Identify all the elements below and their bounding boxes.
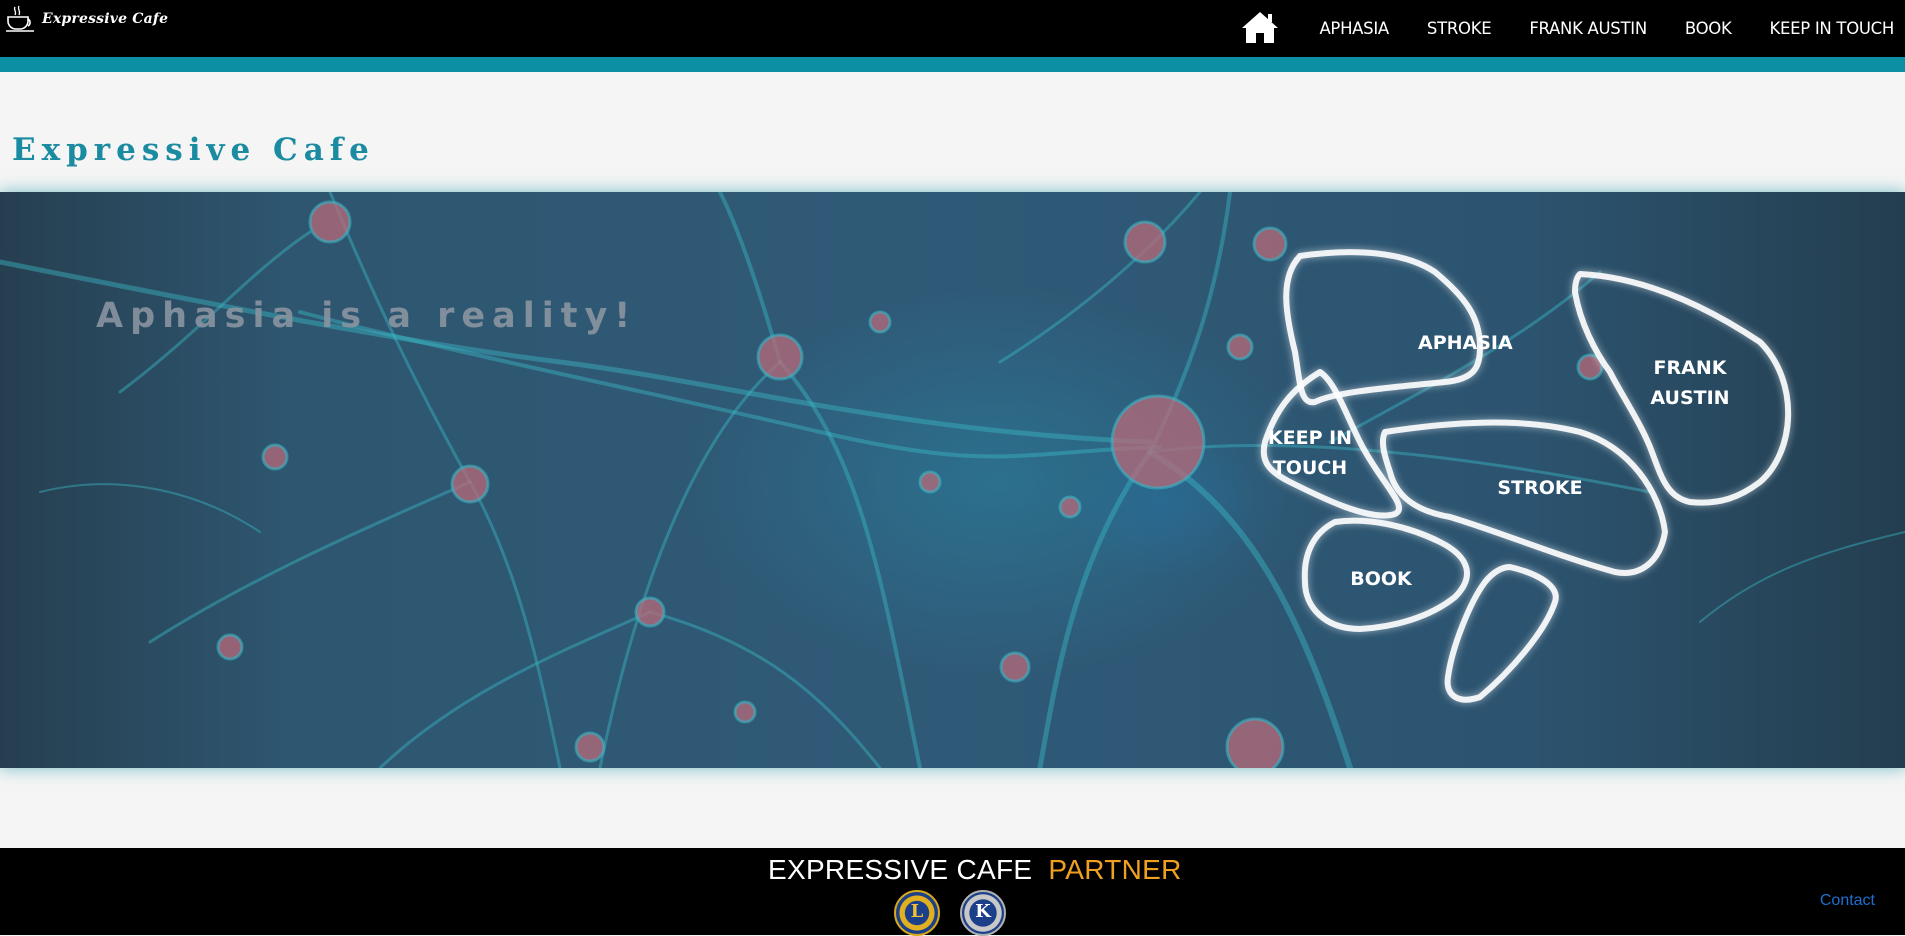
main-nav: APHASIA STROKE FRANK AUSTIN BOOK KEEP IN… (1240, 0, 1905, 57)
nav-book[interactable]: BOOK (1685, 19, 1732, 38)
nav-keep-in-touch[interactable]: KEEP IN TOUCH (1770, 19, 1895, 38)
hero-banner: Aphasia is a reality! APHASIA FRANK AUST… (0, 192, 1905, 768)
site-footer: EXPRESSIVE CAFE PARTNER L K Contact (0, 848, 1905, 936)
brain-link-frank-austin-line2: AUSTIN (1650, 387, 1730, 409)
site-logo[interactable]: Expressive Cafe (4, 4, 168, 34)
brain-link-keep-in-touch-line2: TOUCH (1272, 457, 1348, 479)
lions-club-logo[interactable]: L (894, 890, 940, 936)
brain-link-aphasia-label: APHASIA (1418, 332, 1513, 354)
kiwanis-letter: K (975, 901, 991, 922)
coffee-cup-icon (6, 5, 34, 32)
brain-link-frank-austin[interactable]: FRANK AUSTIN (1640, 353, 1740, 413)
home-icon (1242, 12, 1279, 43)
footer-title-main: EXPRESSIVE CAFE (768, 854, 1033, 885)
lions-club-letter: L (910, 901, 924, 922)
nav-aphasia[interactable]: APHASIA (1319, 19, 1389, 38)
footer-title: EXPRESSIVE CAFE PARTNER (768, 854, 1182, 886)
kiwanis-logo[interactable]: K (960, 890, 1006, 936)
top-navbar: Expressive Cafe APHASIA STROKE FRANK AUS… (0, 0, 1905, 57)
contact-link[interactable]: Contact (1820, 892, 1875, 910)
page-title: Expressive Cafe (12, 132, 375, 168)
brain-link-keep-in-touch-line1: KEEP IN (1267, 427, 1353, 449)
accent-bar (0, 57, 1905, 72)
brain-link-stroke-label: STROKE (1497, 477, 1583, 499)
brain-link-frank-austin-line1: FRANK (1653, 357, 1727, 379)
footer-title-partner: PARTNER (1048, 854, 1182, 885)
brain-link-book[interactable]: BOOK (1346, 564, 1416, 594)
brain-link-stroke[interactable]: STROKE (1496, 473, 1584, 503)
home-link[interactable] (1240, 10, 1280, 44)
brain-link-keep-in-touch[interactable]: KEEP IN TOUCH (1262, 423, 1358, 483)
brain-link-aphasia[interactable]: APHASIA (1418, 328, 1513, 358)
brain-link-book-label: BOOK (1350, 568, 1412, 590)
nav-stroke[interactable]: STROKE (1427, 19, 1492, 38)
logo-text: Expressive Cafe (42, 11, 169, 27)
neuron-background-image (0, 192, 1905, 768)
hero-tagline: Aphasia is a reality! (96, 296, 638, 336)
nav-frank-austin[interactable]: FRANK AUSTIN (1529, 19, 1647, 38)
